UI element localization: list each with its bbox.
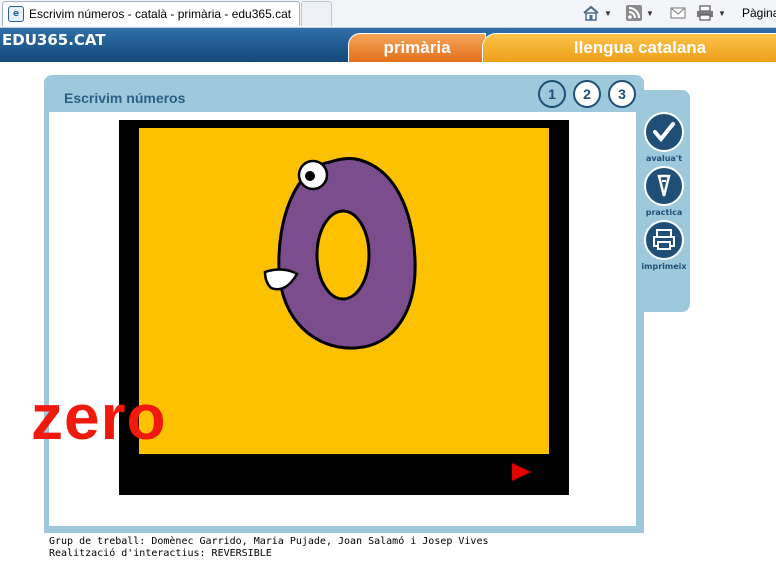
tab-primaria-label: primària bbox=[383, 38, 451, 57]
credits-line-1: Grup de treball: Domènec Garrido, Maria … bbox=[49, 536, 489, 547]
rss-icon bbox=[626, 5, 642, 21]
evaluate-label: avalua't bbox=[645, 154, 683, 163]
practice-label: practica bbox=[645, 208, 683, 217]
checkmark-icon bbox=[653, 122, 675, 143]
credits-line-2: Realització d'interactius: REVERSIBLE bbox=[49, 548, 272, 559]
step-3-button[interactable]: 3 bbox=[608, 80, 636, 108]
practice-button[interactable]: practica bbox=[641, 166, 687, 224]
frame-bottom-border bbox=[44, 526, 642, 533]
site-favicon-icon: e bbox=[8, 6, 24, 22]
mail-icon bbox=[670, 7, 686, 19]
new-tab-button[interactable] bbox=[301, 1, 332, 26]
home-icon bbox=[583, 5, 599, 21]
tab-llengua-catalana-label: llengua catalana bbox=[573, 38, 707, 57]
tab-llengua-catalana[interactable]: llengua catalana bbox=[482, 33, 776, 62]
printer-icon bbox=[653, 229, 675, 250]
number-word: zero bbox=[31, 381, 167, 453]
mail-button[interactable] bbox=[670, 3, 686, 23]
pencil-icon bbox=[657, 174, 671, 197]
site-logo[interactable]: EDU365.CAT bbox=[2, 31, 106, 49]
print-activity-label: imprimeix bbox=[641, 262, 687, 271]
page-menu-button[interactable]: Pàgina bbox=[742, 3, 776, 23]
print-button[interactable]: ▼ bbox=[696, 3, 726, 23]
activity-title: Escrivim números bbox=[64, 90, 186, 106]
evaluate-button[interactable]: avalua't bbox=[641, 112, 687, 170]
browser-tab[interactable]: e Escrivim números - català - primària -… bbox=[2, 1, 300, 26]
browser-toolbar: e Escrivim números - català - primària -… bbox=[0, 0, 776, 28]
printer-icon bbox=[697, 5, 713, 21]
chevron-down-icon[interactable]: ▼ bbox=[604, 9, 612, 18]
tab-primaria[interactable]: primària bbox=[348, 33, 486, 62]
browser-tab-title: Escrivim números - català - primària - e… bbox=[29, 7, 292, 21]
play-icon[interactable] bbox=[512, 463, 531, 481]
page-menu-label: Pàgina bbox=[742, 6, 776, 20]
home-button[interactable]: ▼ bbox=[582, 3, 612, 23]
tools-sidebar: avalua't practica imprimeix bbox=[638, 90, 690, 312]
step-1-button[interactable]: 1 bbox=[538, 80, 566, 108]
chevron-down-icon[interactable]: ▼ bbox=[646, 9, 654, 18]
zero-character-illustration bbox=[263, 157, 417, 350]
step-2-button[interactable]: 2 bbox=[573, 80, 601, 108]
credits: Grup de treball: Domènec Garrido, Maria … bbox=[49, 536, 489, 560]
chevron-down-icon[interactable]: ▼ bbox=[718, 9, 726, 18]
feeds-button[interactable]: ▼ bbox=[626, 3, 654, 23]
print-activity-button[interactable]: imprimeix bbox=[641, 220, 687, 278]
